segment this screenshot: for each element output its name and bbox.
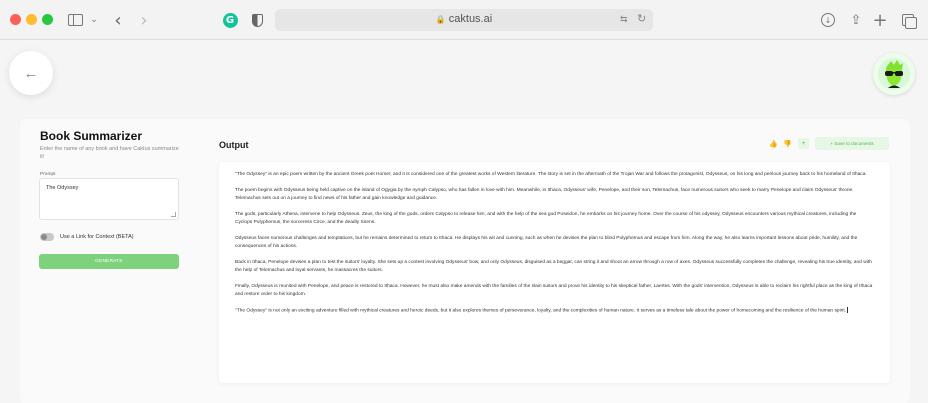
copy-button[interactable]: + <box>798 138 809 149</box>
browser-forward-icon[interactable]: › <box>136 10 152 31</box>
prompt-label: Prompt <box>40 172 56 177</box>
downloads-icon[interactable]: ↓ <box>820 10 836 30</box>
output-paragraph: The gods, particularly Athena, intervene… <box>235 212 857 225</box>
browser-back-icon[interactable]: ‹ <box>110 10 126 31</box>
close-window-button[interactable] <box>10 14 21 25</box>
context-link-toggle[interactable] <box>40 233 54 241</box>
output-paragraph-text: "The Odyssey" is not only an exciting ad… <box>235 308 847 314</box>
tool-title: Book Summarizer <box>40 129 143 143</box>
text-cursor <box>846 307 848 313</box>
prompt-value: The Odyssey <box>46 185 79 191</box>
output-paragraph: The poem begins with Odysseus being held… <box>235 188 854 201</box>
lock-icon: 🔒 <box>435 15 446 24</box>
share-icon[interactable]: ⇪ <box>848 10 864 30</box>
new-tab-icon[interactable]: + <box>872 10 888 31</box>
thumbs-up-icon[interactable]: 👍 <box>769 140 778 148</box>
address-bar[interactable]: 🔒 caktus.ai ⇆ ↻ <box>275 9 653 31</box>
address-text: 🔒 caktus.ai <box>275 13 653 25</box>
arrow-left-icon: ← <box>23 64 39 82</box>
minimize-window-button[interactable] <box>26 14 37 25</box>
toggle-knob <box>41 234 47 240</box>
browser-toolbar: ⌄ ‹ › G 🔒 caktus.ai ⇆ ↻ ↓ ⇪ + <box>0 0 928 40</box>
output-paragraph-last: "The Odyssey" is not only an exciting ad… <box>235 307 874 315</box>
avatar[interactable] <box>873 53 915 95</box>
output-title: Output <box>219 140 249 150</box>
translate-icon[interactable]: ⇆ <box>620 14 628 25</box>
save-to-documents-button[interactable]: + Save to documents <box>815 137 889 150</box>
output-text-area[interactable]: "The Odyssey" is an epic poem written by… <box>219 162 890 383</box>
output-paragraph: Odysseus faces numerous challenges and t… <box>235 236 858 249</box>
generate-button[interactable]: GENERATE <box>39 254 179 269</box>
sidebar-icon[interactable] <box>66 10 84 30</box>
sunglasses-avatar-icon <box>878 58 910 90</box>
resize-handle-icon[interactable] <box>171 212 176 217</box>
page-content: ← Book Summarizer Enter the name of any … <box>0 41 928 403</box>
url-text: caktus.ai <box>448 13 493 25</box>
back-button[interactable]: ← <box>9 51 53 95</box>
output-paragraph: Finally, Odysseus is reunited with Penel… <box>235 284 873 297</box>
chevron-down-icon[interactable]: ⌄ <box>88 10 100 30</box>
tool-description: Enter the name of any book and have Cakt… <box>40 146 179 160</box>
grammarly-extension-icon[interactable]: G <box>222 10 238 30</box>
reload-icon[interactable]: ↻ <box>637 12 646 25</box>
privacy-shield-icon[interactable] <box>250 10 264 30</box>
tab-overview-icon[interactable] <box>900 10 917 30</box>
context-link-toggle-label: Use a Link for Context (BETA) <box>60 234 134 240</box>
zoom-window-button[interactable] <box>42 14 53 25</box>
output-paragraph: Back in Ithaca, Penelope devises a plan … <box>235 260 872 273</box>
thumbs-down-icon[interactable]: 👎 <box>783 140 792 148</box>
tool-card: Book Summarizer Enter the name of any bo… <box>20 119 910 403</box>
prompt-input[interactable]: The Odyssey <box>39 178 179 220</box>
output-paragraph: "The Odyssey" is an epic poem written by… <box>235 172 867 177</box>
